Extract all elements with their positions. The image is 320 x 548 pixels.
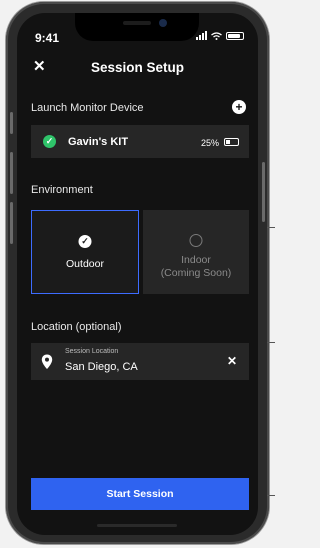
app-screen: 9:41 ✕ Session Setup Launch Monitor Devi… [17,13,258,535]
wifi-icon [211,31,222,40]
location-field[interactable]: Session Location San Diego, CA ✕ [31,343,249,380]
start-session-button[interactable]: Start Session [31,478,249,510]
signal-icon [196,31,207,40]
volume-down-button [10,202,13,244]
plus-circle-icon[interactable]: + [232,100,246,114]
frame-mark [267,342,275,343]
option-label-text: Indoor [181,254,211,266]
page-title: Session Setup [90,60,185,75]
volume-up-button [10,152,13,194]
device-card[interactable]: ✓ Gavin's KIT 25% [31,125,249,158]
frame-mark [267,495,275,496]
location-caption: Session Location [65,348,119,355]
option-label: Indoor (Coming Soon) [143,254,249,280]
status-icons [196,31,244,40]
option-label: Outdoor [66,258,104,270]
option-sublabel: (Coming Soon) [160,267,232,279]
battery-percent: 25% [200,138,219,148]
environment-option-outdoor[interactable]: ✓ Outdoor [31,210,139,294]
check-circle-icon: ✓ [43,135,56,148]
battery-icon [224,138,239,146]
location-label: Location (optional) [31,321,122,333]
device-name: Gavin's KIT [68,136,129,148]
radio-empty-icon [189,234,203,247]
close-icon[interactable]: ✕ [227,354,237,368]
power-button [262,162,265,222]
status-time: 9:41 [35,31,60,45]
environment-options: ✓ Outdoor Indoor (Coming Soon) [31,210,249,294]
battery-icon [226,31,244,40]
environment-option-indoor[interactable]: Indoor (Coming Soon) [143,210,249,294]
frame-mark [267,227,275,228]
location-value: San Diego, CA [65,361,138,373]
environment-label: Environment [31,184,93,196]
launch-monitor-label: Launch Monitor Device [31,102,144,114]
notch [75,13,199,41]
camera-icon [159,19,167,27]
map-pin-icon [41,354,53,369]
home-indicator [97,524,177,527]
mute-switch [10,112,13,134]
header: ✕ Session Setup [17,55,258,81]
check-circle-icon: ✓ [78,235,92,248]
speaker [123,21,151,25]
